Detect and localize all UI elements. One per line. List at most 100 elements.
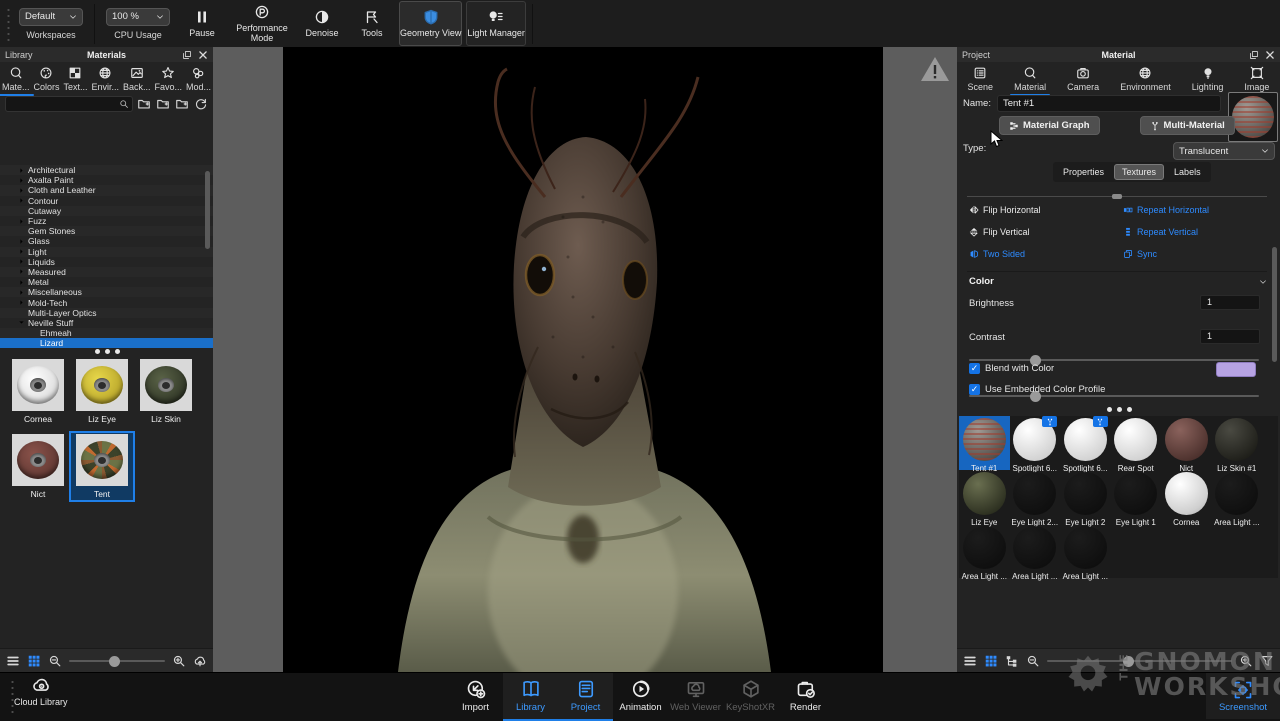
tree-item-fuzz[interactable]: Fuzz [0,216,213,226]
properties-scrollbar[interactable] [1272,247,1277,362]
project-material-liz-skin-1[interactable]: Liz Skin #1 [1212,416,1263,470]
subtab-textures[interactable]: Textures [1114,164,1164,180]
repeat-horizontal-toggle[interactable]: Repeat Horizontal [1123,205,1209,215]
filter-icon[interactable] [1260,654,1274,668]
blend-with-color-checkbox[interactable]: ✓ [969,363,980,374]
embedded-profile-checkbox[interactable]: ✓ [969,384,980,395]
library-material-nict[interactable]: Nict [6,432,70,501]
brightness-value[interactable]: 1 [1200,295,1260,310]
tree-item-light[interactable]: Light [0,247,213,257]
project-material-eye-light-2[interactable]: Eye Light 2 [1060,470,1111,524]
expand-arrow-icon[interactable] [18,258,26,265]
flip-horizontal-toggle[interactable]: Flip Horizontal [969,205,1041,215]
project-material-spotlight-6-[interactable]: Spotlight 6... [1010,416,1061,470]
library-tab-mod[interactable]: Mod... [186,66,211,96]
project-material-liz-eye[interactable]: Liz Eye [959,470,1010,524]
tree-view-icon[interactable] [1005,654,1019,668]
screenshot-button[interactable]: Screenshot [1206,673,1280,719]
expand-arrow-icon[interactable] [18,167,26,174]
expand-arrow-icon[interactable] [18,299,26,306]
material-name-input[interactable]: Tent #1 [997,95,1221,112]
expand-arrow-icon[interactable] [18,197,26,204]
project-tab-lighting[interactable]: Lighting [1192,66,1224,96]
library-tab-envir[interactable]: Envir... [91,66,119,96]
expand-arrow-icon[interactable] [18,177,26,184]
tree-item-architectural[interactable]: Architectural [0,165,213,175]
cloud-library-button[interactable]: Cloud Library [14,675,68,707]
sync-toggle[interactable]: Sync [1123,249,1157,259]
tree-item-gem-stones[interactable]: Gem Stones [0,226,213,236]
repeat-vertical-toggle[interactable]: Repeat Vertical [1123,227,1198,237]
library-tab-back[interactable]: Back... [123,66,151,96]
library-material-tent[interactable]: Tent [70,432,134,501]
project-tab-scene[interactable]: Scene [968,66,994,96]
project-tab-camera[interactable]: Camera [1067,66,1099,96]
cpu-usage-dropdown[interactable]: 100 % [106,8,170,26]
color-section-header[interactable]: Color [969,276,1267,287]
subtab-properties[interactable]: Properties [1055,164,1112,180]
tree-item-miscellaneous[interactable]: Miscellaneous [0,287,213,297]
tree-item-contour[interactable]: Contour [0,196,213,206]
contrast-value[interactable]: 1 [1200,329,1260,344]
tree-item-ehmeah[interactable]: Ehmeah [0,328,213,338]
project-tab-material[interactable]: Material [1014,66,1046,96]
bottombar-library-button[interactable]: Library [503,673,558,721]
bottombar-web-viewer-button[interactable]: Web Viewer [668,673,723,719]
expand-arrow-icon[interactable] [18,248,26,255]
project-material-nict[interactable]: Nict [1161,416,1212,470]
tree-item-multi-layer-optics[interactable]: Multi-Layer Optics [0,308,213,318]
divider-handle[interactable] [1112,194,1122,199]
light-manager-button[interactable]: Light Manager [466,1,526,46]
add-folder-icon[interactable] [137,97,151,111]
tree-item-metal[interactable]: Metal [0,277,213,287]
project-material-spotlight-6-[interactable]: Spotlight 6... [1060,416,1111,470]
library-material-cornea[interactable]: Cornea [6,357,70,426]
project-tab-environment[interactable]: Environment [1120,66,1171,96]
slider-thumb[interactable] [1123,656,1134,667]
thumbnail-size-slider[interactable] [69,660,165,662]
toolbar-drag-handle[interactable] [6,7,12,41]
library-page-dots[interactable] [95,349,120,354]
library-search-input[interactable] [5,96,133,112]
zoom-in-icon[interactable] [172,654,186,668]
contrast-slider[interactable] [969,395,1259,397]
project-material-area-light-[interactable]: Area Light ... [959,524,1010,578]
library-tab-text[interactable]: Text... [63,66,87,96]
tree-item-glass[interactable]: Glass [0,236,213,246]
list-view-icon[interactable] [963,654,977,668]
expand-arrow-icon[interactable] [18,279,26,286]
close-icon[interactable] [1265,50,1275,60]
tree-item-liquids[interactable]: Liquids [0,257,213,267]
grid-view-icon[interactable] [984,654,998,668]
library-tab-colors[interactable]: Colors [33,66,59,96]
tree-item-axalta-paint[interactable]: Axalta Paint [0,175,213,185]
expand-arrow-icon[interactable] [18,268,26,275]
zoom-out-icon[interactable] [1026,654,1040,668]
pause-button[interactable]: Pause [179,2,225,45]
subtab-labels[interactable]: Labels [1166,164,1209,180]
tree-item-cloth-and-leather[interactable]: Cloth and Leather [0,185,213,195]
close-icon[interactable] [198,50,208,60]
zoom-in-icon[interactable] [1239,654,1253,668]
tree-item-mold-tech[interactable]: Mold-Tech [0,297,213,307]
workspaces-dropdown[interactable]: Default [19,8,83,26]
material-type-dropdown[interactable]: Translucent [1173,142,1275,160]
material-graph-button[interactable]: Material Graph [999,116,1100,135]
tree-item-lizard[interactable]: Lizard [0,338,213,348]
popout-icon[interactable] [182,50,192,60]
expand-arrow-icon[interactable] [18,187,26,194]
blend-color-swatch[interactable] [1216,362,1256,377]
bottombar-import-button[interactable]: Import [448,673,503,719]
library-material-liz-skin[interactable]: Liz Skin [134,357,198,426]
project-material-area-light-[interactable]: Area Light ... [1060,524,1111,578]
project-material-eye-light-1[interactable]: Eye Light 1 [1111,470,1162,524]
viewport-canvas[interactable] [283,47,883,672]
expand-arrow-icon[interactable] [18,289,26,296]
material-preview[interactable] [1228,92,1278,142]
slider-thumb[interactable] [109,656,120,667]
project-material-eye-light-2-[interactable]: Eye Light 2... [1010,470,1061,524]
library-material-liz-eye[interactable]: Liz Eye [70,357,134,426]
add-subfolder-icon[interactable] [156,97,170,111]
denoise-button[interactable]: Denoise [299,2,345,45]
tools-button[interactable]: Tools [349,2,395,45]
